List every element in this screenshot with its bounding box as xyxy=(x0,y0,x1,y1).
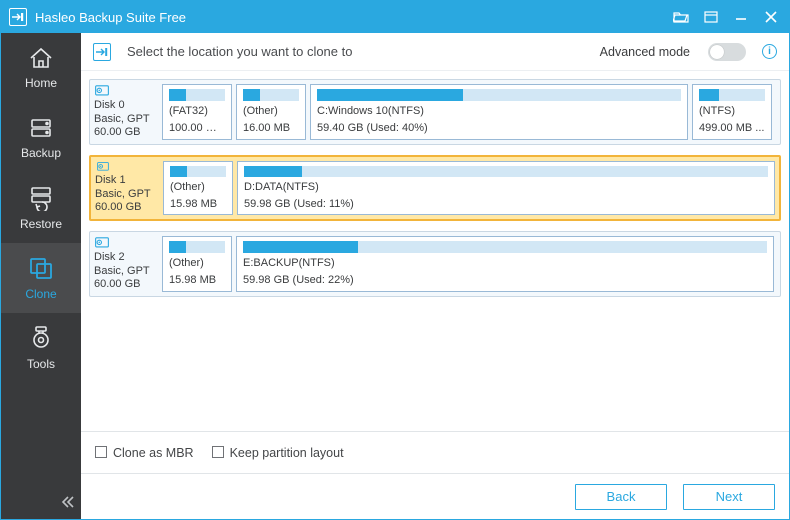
sidebar-item-label: Clone xyxy=(25,287,56,301)
usage-bar xyxy=(244,166,768,177)
partition[interactable]: (FAT32)100.00 MB ... xyxy=(162,84,232,140)
partition[interactable]: (Other)15.98 MB xyxy=(163,161,233,215)
back-button[interactable]: Back xyxy=(575,484,667,510)
app-logo-icon xyxy=(9,8,27,26)
sidebar-item-restore[interactable]: Restore xyxy=(1,173,81,243)
partition-size: 15.98 MB xyxy=(170,194,226,210)
disk-icon xyxy=(94,84,110,97)
sidebar-item-label: Backup xyxy=(21,146,61,160)
body: Home Backup Restore Clone Tools xyxy=(1,33,789,519)
partition-list: (FAT32)100.00 MB ...(Other)16.00 MBC:Win… xyxy=(162,84,776,140)
partition-size: 59.40 GB (Used: 40%) xyxy=(317,118,681,135)
usage-bar xyxy=(170,166,226,177)
minimize-button[interactable] xyxy=(733,9,749,25)
instruction-text: Select the location you want to clone to xyxy=(121,44,590,59)
partition-size: 59.98 GB (Used: 11%) xyxy=(244,194,768,210)
next-button[interactable]: Next xyxy=(683,484,775,510)
partition[interactable]: (Other)16.00 MB xyxy=(236,84,306,140)
partition-label: (NTFS) xyxy=(699,101,765,118)
partition-size: 16.00 MB xyxy=(243,118,299,135)
partition[interactable]: (NTFS)499.00 MB ... xyxy=(692,84,772,140)
disk-list: Disk 0Basic, GPT60.00 GB(FAT32)100.00 MB… xyxy=(81,71,789,431)
disk-meta: Disk 1Basic, GPT60.00 GB xyxy=(95,161,157,215)
app-title: Hasleo Backup Suite Free xyxy=(35,10,673,25)
titlebar-actions xyxy=(673,9,783,25)
usage-bar xyxy=(243,241,767,253)
sidebar-collapse-icon[interactable] xyxy=(61,495,75,513)
open-folder-icon[interactable] xyxy=(673,9,689,25)
partition[interactable]: D:DATA(NTFS)59.98 GB (Used: 11%) xyxy=(237,161,775,215)
usage-bar xyxy=(169,89,225,101)
keep-partition-layout-checkbox[interactable]: Keep partition layout xyxy=(212,446,344,460)
partition-label: (FAT32) xyxy=(169,101,225,118)
partition-size: 100.00 MB ... xyxy=(169,118,225,135)
sidebar-item-label: Tools xyxy=(27,357,55,371)
disk-row[interactable]: Disk 2Basic, GPT60.00 GB(Other)15.98 MBE… xyxy=(89,231,781,297)
sidebar-item-clone[interactable]: Clone xyxy=(1,243,81,313)
disk-scheme: Basic, GPT xyxy=(94,113,156,127)
disk-size: 60.00 GB xyxy=(94,278,156,292)
usage-bar xyxy=(243,89,299,101)
titlebar: Hasleo Backup Suite Free xyxy=(1,1,789,33)
disk-scheme: Basic, GPT xyxy=(94,265,156,279)
advanced-mode-label: Advanced mode xyxy=(600,45,690,59)
usage-bar xyxy=(317,89,681,101)
instruction-bar: Select the location you want to clone to… xyxy=(81,33,789,71)
main-panel: Select the location you want to clone to… xyxy=(81,33,789,519)
partition-size: 15.98 MB xyxy=(169,270,225,287)
partition[interactable]: (Other)15.98 MB xyxy=(162,236,232,292)
disk-size: 60.00 GB xyxy=(95,201,157,215)
partition-label: D:DATA(NTFS) xyxy=(244,177,768,193)
sidebar-item-backup[interactable]: Backup xyxy=(1,103,81,173)
disk-row[interactable]: Disk 1Basic, GPT60.00 GB(Other)15.98 MBD… xyxy=(89,155,781,221)
sidebar-item-tools[interactable]: Tools xyxy=(1,313,81,383)
partition-list: (Other)15.98 MBD:DATA(NTFS)59.98 GB (Use… xyxy=(163,161,775,215)
partition-label: C:Windows 10(NTFS) xyxy=(317,101,681,118)
sidebar-item-home[interactable]: Home xyxy=(1,33,81,103)
footer: Back Next xyxy=(81,473,789,519)
disk-meta: Disk 2Basic, GPT60.00 GB xyxy=(94,236,156,292)
destination-icon xyxy=(93,43,111,61)
sidebar-item-label: Restore xyxy=(20,217,62,231)
info-icon[interactable]: i xyxy=(762,44,777,59)
option-label: Keep partition layout xyxy=(230,446,344,460)
partition[interactable]: C:Windows 10(NTFS)59.40 GB (Used: 40%) xyxy=(310,84,688,140)
option-label: Clone as MBR xyxy=(113,446,194,460)
options-bar: Clone as MBR Keep partition layout xyxy=(81,431,789,473)
disk-scheme: Basic, GPT xyxy=(95,188,157,202)
usage-bar xyxy=(699,89,765,101)
window-icon[interactable] xyxy=(703,9,719,25)
disk-row[interactable]: Disk 0Basic, GPT60.00 GB(FAT32)100.00 MB… xyxy=(89,79,781,145)
partition-size: 59.98 GB (Used: 22%) xyxy=(243,270,767,287)
partition-label: E:BACKUP(NTFS) xyxy=(243,253,767,270)
close-button[interactable] xyxy=(763,9,779,25)
sidebar: Home Backup Restore Clone Tools xyxy=(1,33,81,519)
app-window: Hasleo Backup Suite Free Home xyxy=(0,0,790,520)
disk-size: 60.00 GB xyxy=(94,126,156,140)
partition-label: (Other) xyxy=(243,101,299,118)
usage-bar xyxy=(169,241,225,253)
disk-meta: Disk 0Basic, GPT60.00 GB xyxy=(94,84,156,140)
disk-name: Disk 2 xyxy=(94,251,156,265)
disk-name: Disk 0 xyxy=(94,99,156,113)
disk-icon xyxy=(95,161,111,172)
partition-label: (Other) xyxy=(170,177,226,193)
advanced-mode-toggle[interactable] xyxy=(708,43,746,61)
clone-as-mbr-checkbox[interactable]: Clone as MBR xyxy=(95,446,194,460)
partition-list: (Other)15.98 MBE:BACKUP(NTFS)59.98 GB (U… xyxy=(162,236,776,292)
partition-size: 499.00 MB ... xyxy=(699,118,765,135)
partition[interactable]: E:BACKUP(NTFS)59.98 GB (Used: 22%) xyxy=(236,236,774,292)
disk-icon xyxy=(94,236,110,249)
partition-label: (Other) xyxy=(169,253,225,270)
sidebar-item-label: Home xyxy=(25,76,57,90)
disk-name: Disk 1 xyxy=(95,174,157,188)
